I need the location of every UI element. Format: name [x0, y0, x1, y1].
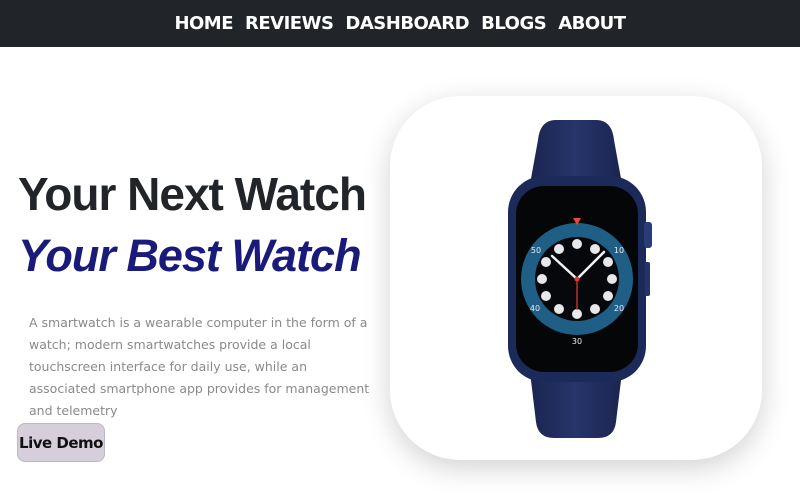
hero-text: Your Next Watch Your Best Watch	[18, 168, 378, 282]
watch-crown	[644, 222, 652, 248]
top-nav: HOME REVIEWS DASHBOARD BLOGS ABOUT	[0, 0, 800, 47]
dial-number-50: 50	[531, 246, 541, 255]
dial-number-40: 40	[530, 304, 540, 313]
dial-number-20: 20	[614, 304, 624, 313]
nav-reviews[interactable]: REVIEWS	[245, 0, 334, 47]
nav-blogs[interactable]: BLOGS	[481, 0, 547, 47]
nav-dashboard[interactable]: DASHBOARD	[345, 0, 469, 47]
nav-home[interactable]: HOME	[174, 0, 233, 47]
dial-number-30: 30	[572, 337, 582, 346]
watch-side-button	[645, 262, 650, 296]
live-demo-button[interactable]: Live Demo	[17, 423, 105, 462]
hero-subtitle: Your Best Watch	[18, 230, 362, 281]
hero-title: Your Next Watch	[18, 168, 367, 220]
hero-description: A smartwatch is a wearable computer in t…	[29, 315, 370, 418]
watch-band-top	[530, 120, 622, 184]
dial-number-10: 10	[614, 246, 624, 255]
smartwatch-image: 50 10 40 20 30	[508, 120, 652, 438]
nav-about[interactable]: ABOUT	[558, 0, 626, 47]
product-image-card: 50 10 40 20 30	[390, 96, 762, 460]
watch-hand-center	[574, 276, 580, 282]
